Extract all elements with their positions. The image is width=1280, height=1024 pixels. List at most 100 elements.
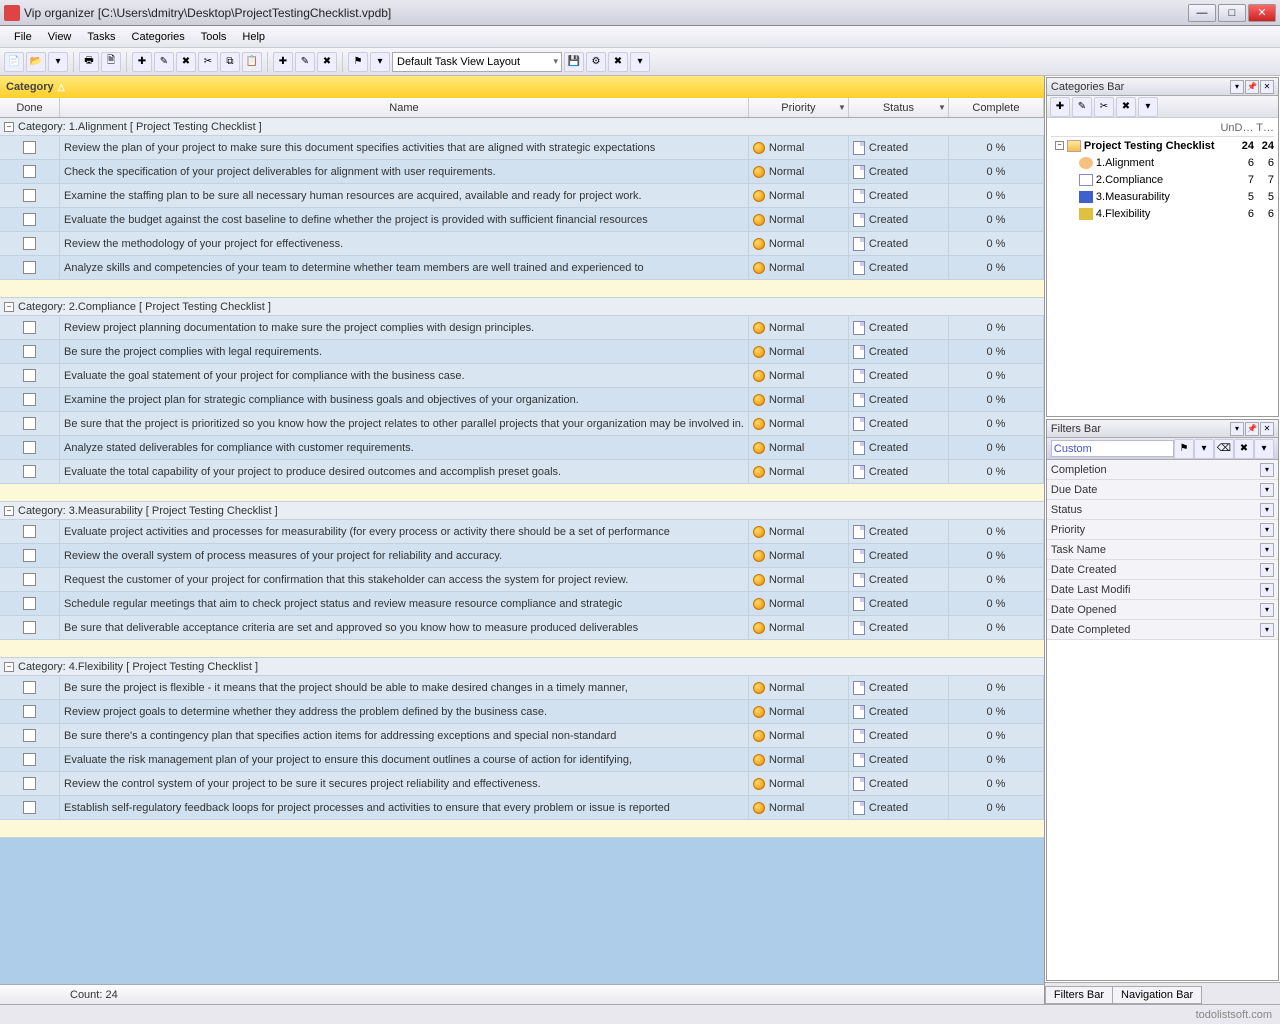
pin-icon[interactable]: 📌 [1245,422,1259,436]
filter-row[interactable]: Status▾ [1047,500,1278,520]
checkbox[interactable] [23,549,36,562]
filter-row[interactable]: Date Opened▾ [1047,600,1278,620]
chevron-down-icon[interactable]: ▾ [1260,563,1274,577]
col-priority[interactable]: Priority▼ [749,98,849,117]
cat-edit2-icon[interactable]: ✎ [1072,97,1092,117]
task-delete-icon[interactable]: ✖ [176,52,196,72]
task-row[interactable]: Evaluate the goal statement of your proj… [0,364,1044,388]
chevron-down-icon[interactable]: ▼ [938,103,946,112]
checkbox[interactable] [23,801,36,814]
task-row[interactable]: Review the overall system of process mea… [0,544,1044,568]
cat-cut-icon[interactable]: ✂ [1094,97,1114,117]
task-row[interactable]: Review project planning documentation to… [0,316,1044,340]
paste-icon[interactable]: 📋 [242,52,262,72]
filter-apply-icon[interactable]: ⚑ [1174,439,1194,459]
layout-dd-icon[interactable]: ▾ [630,52,650,72]
filter-custom-select[interactable]: Custom [1051,440,1174,457]
filter-row[interactable]: Date Created▾ [1047,560,1278,580]
panel-menu-icon[interactable]: ▾ [1230,422,1244,436]
menu-help[interactable]: Help [234,29,273,45]
copy-icon[interactable]: ⧉ [220,52,240,72]
chevron-down-icon[interactable]: ▾ [1260,583,1274,597]
collapse-icon[interactable]: − [4,122,14,132]
minimize-button[interactable]: — [1188,4,1216,22]
panel-close-icon[interactable]: ✕ [1260,422,1274,436]
flag-icon[interactable]: ⚑ [348,52,368,72]
task-row[interactable]: Be sure the project complies with legal … [0,340,1044,364]
layout-gear-icon[interactable]: ⚙ [586,52,606,72]
task-row[interactable]: Evaluate the risk management plan of you… [0,748,1044,772]
tree-node[interactable]: 4.Flexibility66 [1051,205,1274,222]
filter-row[interactable]: Date Last Modifi▾ [1047,580,1278,600]
tree-root[interactable]: − Project Testing Checklist 24 24 [1051,137,1274,154]
checkbox[interactable] [23,441,36,454]
checkbox[interactable] [23,189,36,202]
tab-filters-bar[interactable]: Filters Bar [1045,986,1113,1004]
col-done[interactable]: Done [0,98,60,117]
print-icon[interactable]: 🖶 [79,52,99,72]
task-row[interactable]: Be sure that the project is prioritized … [0,412,1044,436]
checkbox[interactable] [23,753,36,766]
collapse-icon[interactable]: − [4,506,14,516]
close-button[interactable]: ✕ [1248,4,1276,22]
pin-icon[interactable]: 📌 [1245,80,1259,94]
tree-node[interactable]: 1.Alignment66 [1051,154,1274,171]
checkbox[interactable] [23,393,36,406]
checkbox[interactable] [23,261,36,274]
task-row[interactable]: Analyze skills and competencies of your … [0,256,1044,280]
cat-del2-icon[interactable]: ✖ [1116,97,1136,117]
tree-node[interactable]: 3.Measurability55 [1051,188,1274,205]
checkbox[interactable] [23,237,36,250]
task-row[interactable]: Review the plan of your project to make … [0,136,1044,160]
tab-navigation-bar[interactable]: Navigation Bar [1112,986,1202,1004]
task-edit-icon[interactable]: ✎ [154,52,174,72]
chevron-down-icon[interactable]: ▾ [1260,503,1274,517]
task-row[interactable]: Analyze stated deliverables for complian… [0,436,1044,460]
chevron-down-icon[interactable]: ▾ [1260,523,1274,537]
task-row[interactable]: Review project goals to determine whethe… [0,700,1044,724]
checkbox[interactable] [23,465,36,478]
checkbox[interactable] [23,597,36,610]
filter-clear-icon[interactable]: ⌫ [1214,439,1234,459]
checkbox[interactable] [23,621,36,634]
collapse-icon[interactable]: − [4,302,14,312]
col-status[interactable]: Status▼ [849,98,949,117]
layout-save-icon[interactable]: 💾 [564,52,584,72]
tree-node[interactable]: 2.Compliance77 [1051,171,1274,188]
category-row[interactable]: −Category: 1.Alignment [ Project Testing… [0,118,1044,136]
cut-icon[interactable]: ✂ [198,52,218,72]
checkbox[interactable] [23,417,36,430]
filter-row[interactable]: Task Name▾ [1047,540,1278,560]
task-row[interactable]: Review the methodology of your project f… [0,232,1044,256]
layout-del-icon[interactable]: ✖ [608,52,628,72]
checkbox[interactable] [23,321,36,334]
filter-dd-icon[interactable]: ▾ [1194,439,1214,459]
task-row[interactable]: Evaluate the budget against the cost bas… [0,208,1044,232]
checkbox[interactable] [23,165,36,178]
checkbox[interactable] [23,213,36,226]
checkbox[interactable] [23,525,36,538]
filter-del-icon[interactable]: ✖ [1234,439,1254,459]
menu-file[interactable]: File [6,29,40,45]
preview-icon[interactable]: 🗎 [101,52,121,72]
menu-tools[interactable]: Tools [193,29,235,45]
task-row[interactable]: Request the customer of your project for… [0,568,1044,592]
filter-dd2-icon[interactable]: ▾ [1254,439,1274,459]
chevron-down-icon[interactable]: ▾ [1260,603,1274,617]
maximize-button[interactable]: □ [1218,4,1246,22]
cat-edit-icon[interactable]: ✎ [295,52,315,72]
group-header[interactable]: Category△ [0,76,1044,98]
col-complete[interactable]: Complete [949,98,1044,117]
cat-del-icon[interactable]: ✖ [317,52,337,72]
cat-add-icon[interactable]: ✚ [1050,97,1070,117]
category-row[interactable]: −Category: 2.Compliance [ Project Testin… [0,298,1044,316]
panel-close-icon[interactable]: ✕ [1260,80,1274,94]
cat-dd-icon[interactable]: ▾ [1138,97,1158,117]
col-name[interactable]: Name [60,98,749,117]
task-row[interactable]: Evaluate the total capability of your pr… [0,460,1044,484]
chevron-down-icon[interactable]: ▾ [1260,463,1274,477]
task-row[interactable]: Examine the staffing plan to be sure all… [0,184,1044,208]
task-row[interactable]: Be sure that deliverable acceptance crit… [0,616,1044,640]
task-row[interactable]: Review the control system of your projec… [0,772,1044,796]
checkbox[interactable] [23,345,36,358]
